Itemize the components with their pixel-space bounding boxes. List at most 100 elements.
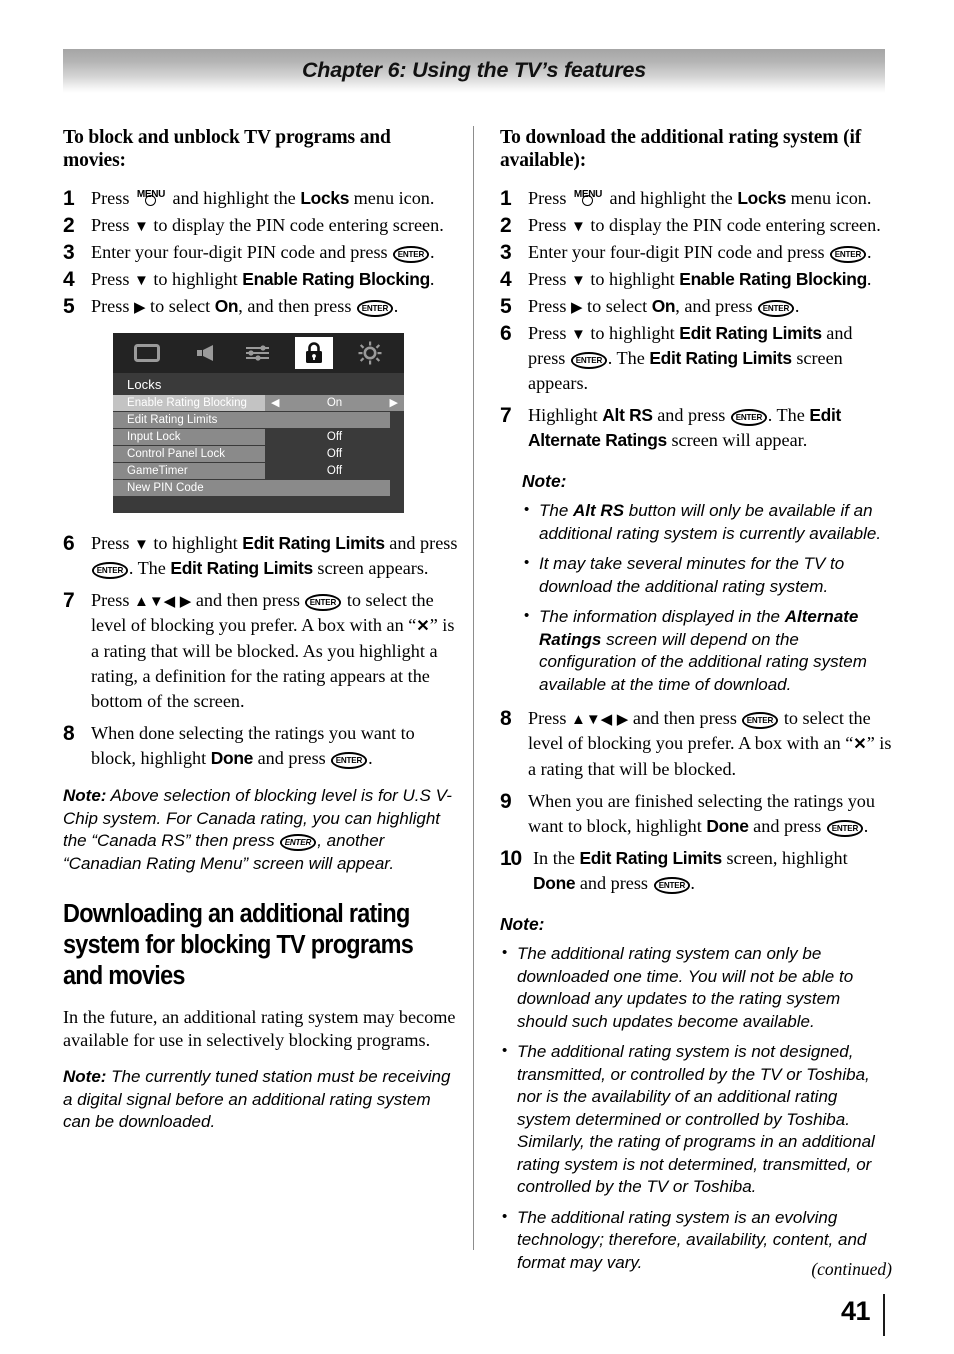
chapter-title: Chapter 6: Using the TV’s features [301,58,647,82]
enter-button-icon: ENTER [305,594,342,611]
enable-rating-blocking-label: Enable Rating Blocking [242,269,430,289]
left-step-1: 1 Press MENU and highlight the Locks men… [63,186,458,211]
step-text-press: Press [528,296,567,316]
right-step-6: 6 Press ▼ to highlight Edit Rating Limit… [500,321,892,396]
step-number: 3 [500,241,512,264]
osd-row-control-panel-lock[interactable]: Control Panel Lock Off [113,446,404,462]
osd-row-value[interactable]: Off [265,446,404,462]
step-text-tail: . [866,269,872,289]
step-number: 3 [63,241,75,264]
step-text-press: Press [91,590,130,610]
edit-rating-limits-label: Edit Rating Limits [579,848,722,868]
step-text-lead: Enter your four-digit PIN code and press [528,242,825,262]
step-text-tail: . [690,873,695,893]
note-bullet: The additional rating system can only be… [500,942,892,1033]
step-text-end: menu icon. [790,188,872,208]
down-arrow-icon: ▼ [570,327,586,343]
enter-button-icon: ENTER [393,246,430,263]
step-number: 1 [63,187,75,210]
lock-icon [295,337,334,369]
enter-button-icon: ENTER [758,300,794,317]
enter-button-icon: ENTER [331,752,368,769]
step-text-rest: to display the PIN code entering screen. [153,215,444,235]
right-note-head-2: Note: [500,914,545,934]
section-heading-downloading: Downloading an additional rating system … [63,900,414,990]
step-text-mid: and press [257,748,326,768]
step-text-mid2: and press [389,533,458,553]
left-step-6: 6 Press ▼ to highlight Edit Rating Limit… [63,531,458,581]
step-text-mid2: , and press [675,296,753,316]
step-text-tail: . [866,242,872,262]
note-bullet: The Alt RS button will only be available… [522,499,892,545]
enter-button-icon: ENTER [830,246,867,263]
osd-row-value-cell[interactable]: ◀ On ▶ [265,395,404,411]
down-arrow-icon: ▼ [585,712,601,728]
step-number: 9 [500,790,512,813]
step-text-press: Press [528,188,567,208]
osd-row-gametimer[interactable]: GameTimer Off [113,463,404,479]
step-text-mid2: , and then press [238,296,352,316]
osd-row-value[interactable]: Off [265,429,404,445]
osd-row-value: On [326,397,343,409]
left-arrow-icon: ◀ [271,397,280,409]
step-text-tail: . [429,269,435,289]
right-step-1: 1 Press MENU and highlight the Locks men… [500,186,892,211]
step-number: 8 [63,722,75,745]
left-arrow-icon: ◀ [600,712,613,728]
osd-row-edit-rating-limits[interactable]: Edit Rating Limits [113,412,404,428]
preferences-icon [239,337,277,369]
right-step-5: 5 Press ▶ to select On, and press ENTER. [500,294,892,319]
step-text-press: Press [528,323,567,343]
osd-menu-title: Locks [127,377,162,392]
step-text-mid: screen, highlight [726,848,848,868]
right-note-head-1: Note: [522,471,567,491]
left-step-8: 8 When done selecting the ratings you wa… [63,721,458,771]
osd-row-value[interactable]: Off [265,463,404,479]
note-text: The currently tuned station must be rece… [63,1067,451,1131]
step-text-lead: In the [533,848,575,868]
step-number: 6 [63,532,75,555]
note-bullet: The information displayed in the Alterna… [522,605,892,696]
done-label: Done [533,873,576,893]
tv-osd-menu-screenshot: Locks Enable Rating Blocking ◀ On ▶ Edit… [113,333,404,513]
step-number: 2 [500,214,512,237]
step-text-mid: and then press [632,708,737,728]
right-arrow-icon: ▶ [570,300,583,316]
enter-button-icon: ENTER [356,300,393,317]
bullet-text-pre: The information displayed in the [539,607,785,626]
edit-rating-limits-label: Edit Rating Limits [242,533,385,553]
left-note-2: Note: The currently tuned station must b… [63,1066,458,1134]
step-number: 10 [500,847,522,870]
step-text-press: Press [91,188,130,208]
right-arrow-icon: ▶ [616,712,629,728]
step-text-press: Press [91,296,130,316]
done-label: Done [706,816,749,836]
osd-row-input-lock[interactable]: Input Lock Off [113,429,404,445]
step-number: 5 [63,295,75,318]
down-arrow-icon: ▼ [133,273,149,289]
alt-rs-label: Alt RS [602,405,653,425]
step-text-press: Press [528,708,567,728]
osd-row-new-pin-code[interactable]: New PIN Code [113,480,404,496]
step-text-press: Press [528,269,567,289]
step-text-tail: . [863,816,869,836]
right-heading: To download the additional rating system… [500,127,862,171]
right-column: To download the additional rating system… [500,126,892,1284]
note-bullet: The additional rating system is not desi… [500,1040,892,1199]
step-text-mid: and press [753,816,822,836]
down-arrow-icon: ▼ [148,594,164,610]
osd-row-label: GameTimer [113,463,265,479]
step-text-mid2: . The [767,405,805,425]
alt-rs-label: Alt RS [573,501,625,520]
osd-row-enable-rating-blocking[interactable]: Enable Rating Blocking ◀ On ▶ [113,395,404,411]
enter-button-icon: ENTER [280,834,317,851]
picture-icon [128,337,166,369]
left-step-5: 5 Press ▶ to select On, and then press E… [63,294,458,319]
step-text-tail: screen appears. [317,558,429,578]
on-value-label: On [214,296,239,316]
done-label: Done [210,748,254,768]
step-text-mid: and then press [195,590,300,610]
step-text-end: menu icon. [353,188,435,208]
left-step-4: 4 Press ▼ to highlight Enable Rating Blo… [63,267,458,292]
audio-icon [184,337,222,369]
